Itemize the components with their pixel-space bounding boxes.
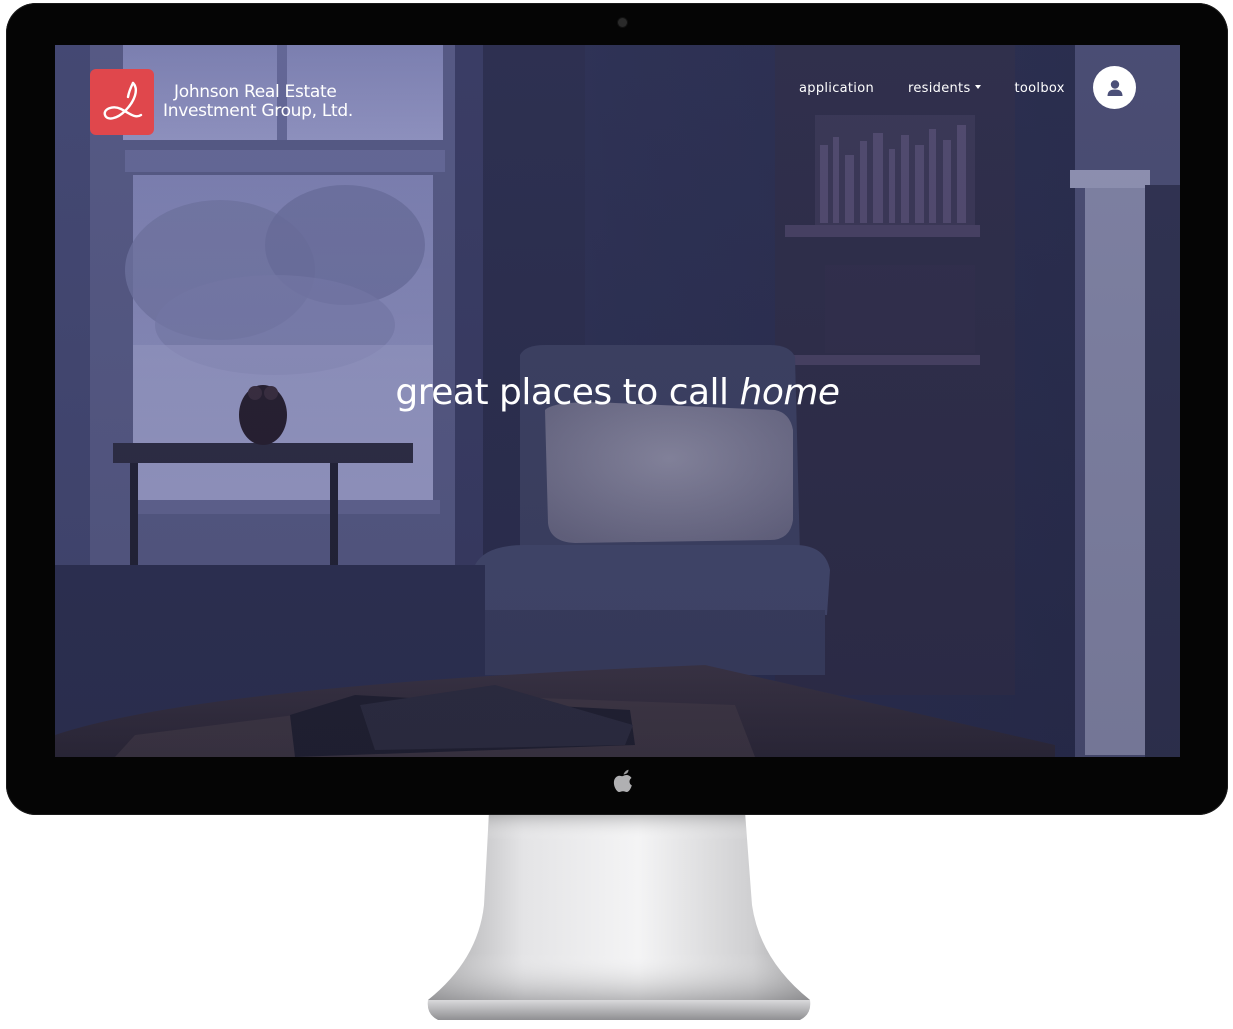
brand-logo[interactable] [90,69,154,135]
brand-name-line1: Johnson Real Estate [174,82,337,102]
apple-icon [613,769,632,793]
hero-text-main: great places to call [395,372,740,413]
nav-residents-dropdown[interactable]: residents [908,81,981,96]
main-nav: application residents toolbox [799,81,1065,96]
brand-name-line2: Investment Group, Ltd. [163,101,353,121]
nav-application[interactable]: application [799,81,874,96]
nav-toolbox[interactable]: toolbox [1015,81,1065,96]
camera-icon [618,18,627,27]
website-screen: Johnson Real Estate Investment Group, Lt… [55,45,1180,757]
caret-down-icon [974,85,981,89]
user-icon [1107,79,1122,96]
nav-residents-label: residents [908,81,971,96]
swirl-logo-icon [103,81,143,120]
brand-name[interactable]: Johnson Real Estate Investment Group, Lt… [163,83,353,121]
account-button[interactable] [1093,66,1136,109]
hero-text-emphasis: home [739,372,841,413]
hero-headline: great places to call home [55,372,1180,413]
